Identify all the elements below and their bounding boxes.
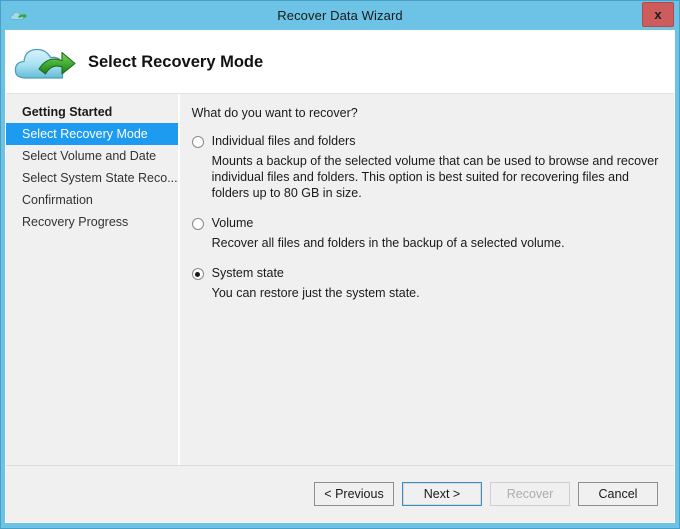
- recover-button: Recover: [490, 482, 570, 506]
- option-description: You can restore just the system state.: [211, 286, 420, 300]
- sidebar-item-select-recovery-mode[interactable]: Select Recovery Mode: [6, 123, 178, 145]
- cloud-restore-icon: [12, 38, 78, 86]
- sidebar-item-confirmation[interactable]: Confirmation: [6, 189, 178, 211]
- radio-individual-files-and-folders[interactable]: [191, 136, 204, 148]
- sidebar-item-getting-started[interactable]: Getting Started: [6, 101, 178, 123]
- next-button[interactable]: Next >: [402, 482, 482, 506]
- option-description: Mounts a backup of the selected volume t…: [211, 154, 659, 200]
- previous-button[interactable]: < Previous: [314, 482, 394, 506]
- cancel-button[interactable]: Cancel: [578, 482, 658, 506]
- radio-volume[interactable]: [191, 218, 204, 230]
- option-description: Recover all files and folders in the bac…: [211, 236, 565, 250]
- option-label[interactable]: Individual files and folders: [212, 134, 356, 148]
- option-row[interactable]: System state: [191, 266, 660, 280]
- title-bar: Recover Data Wizard x: [1, 1, 679, 30]
- sidebar-item-select-volume-and-date[interactable]: Select Volume and Date: [6, 145, 178, 167]
- page-title: Select Recovery Mode: [88, 52, 264, 71]
- recover-data-wizard-window: Recover Data Wizard x Select Recovery Mo…: [0, 0, 680, 529]
- close-icon: x: [654, 7, 662, 22]
- client-area: Select Recovery Mode Getting Started Sel…: [5, 30, 675, 523]
- option-system-state: System state You can restore just the sy…: [191, 266, 660, 301]
- sidebar-item-recovery-progress[interactable]: Recovery Progress: [6, 211, 178, 233]
- wizard-steps-sidebar: Getting Started Select Recovery Mode Sel…: [6, 94, 180, 465]
- option-individual-files-and-folders: Individual files and folders Mounts a ba…: [191, 134, 660, 201]
- content-panel: What do you want to recover? Individual …: [179, 94, 674, 465]
- cloud-restore-icon: [10, 8, 28, 23]
- option-label[interactable]: System state: [212, 266, 284, 280]
- body-area: Getting Started Select Recovery Mode Sel…: [6, 93, 674, 465]
- radio-system-state[interactable]: [191, 268, 204, 280]
- option-row[interactable]: Individual files and folders: [191, 134, 660, 148]
- option-row[interactable]: Volume: [191, 216, 660, 230]
- option-volume: Volume Recover all files and folders in …: [191, 216, 660, 251]
- wizard-footer: < Previous Next > Recover Cancel: [6, 465, 674, 522]
- wizard-header: Select Recovery Mode: [6, 31, 674, 93]
- sidebar-item-select-system-state[interactable]: Select System State Reco...: [6, 167, 178, 189]
- recovery-question-label: What do you want to recover?: [191, 106, 358, 120]
- close-button[interactable]: x: [642, 2, 674, 27]
- window-title: Recover Data Wizard: [277, 8, 403, 23]
- option-label[interactable]: Volume: [212, 216, 254, 230]
